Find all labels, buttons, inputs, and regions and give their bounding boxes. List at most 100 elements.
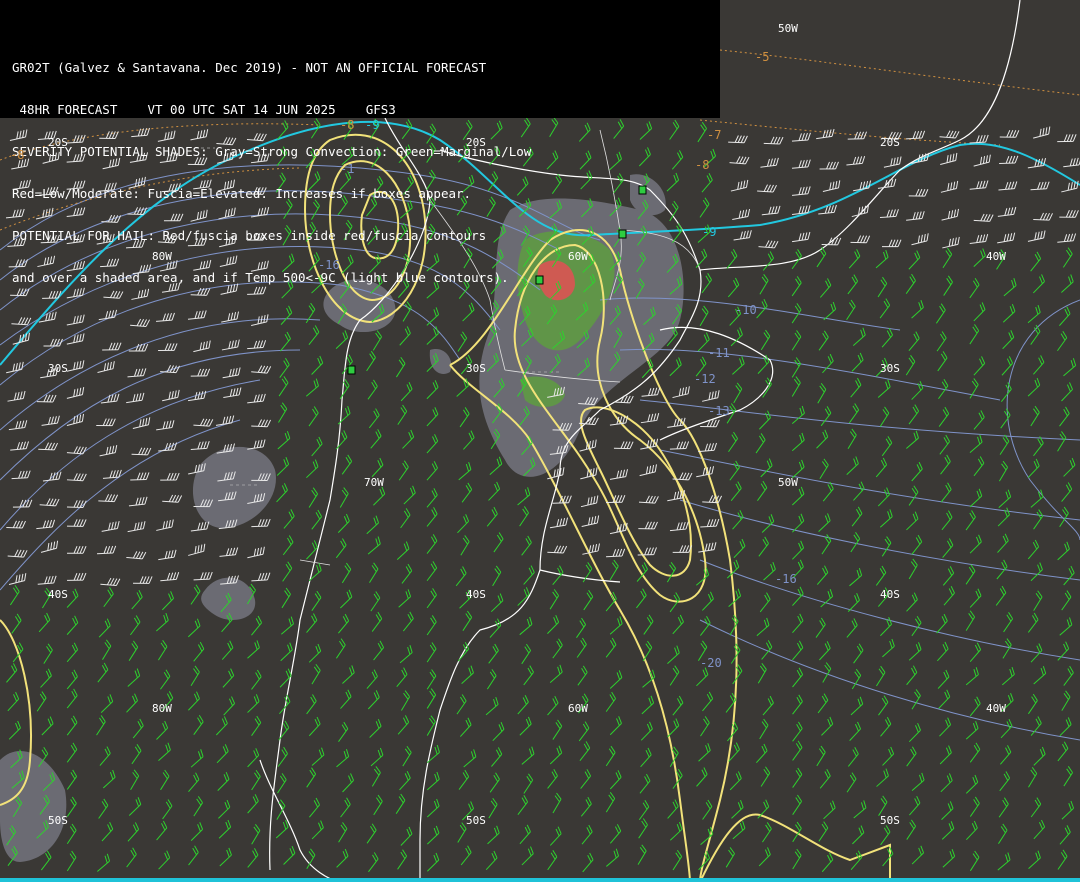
- wind-barb: [702, 495, 723, 504]
- wind-barb: [792, 640, 804, 661]
- wind-barb: [696, 567, 710, 586]
- wind-barb: [853, 643, 864, 664]
- wind-barb: [397, 715, 410, 735]
- wind-barb: [188, 691, 200, 711]
- wind-barb: [549, 517, 569, 529]
- wind-barb: [190, 665, 200, 687]
- header-hail-note: POTENTIAL FOR HAIL: Red/fuscia boxes ins…: [12, 228, 487, 243]
- wind-barb: [881, 436, 893, 457]
- wind-barb: [193, 796, 203, 817]
- wind-barb: [973, 302, 986, 322]
- wind-barb: [906, 665, 918, 686]
- wind-barb: [758, 536, 769, 557]
- wind-barb: [880, 825, 891, 846]
- wind-barb: [519, 616, 533, 636]
- wind-barb: [190, 521, 210, 532]
- wind-barb: [1059, 825, 1071, 845]
- wind-barb: [906, 511, 919, 531]
- wind-barb: [791, 432, 805, 452]
- wind-barb: [1030, 324, 1041, 345]
- wind-barb: [943, 275, 953, 296]
- wind-barb: [66, 742, 78, 763]
- wind-barb: [817, 383, 827, 404]
- wind-barb: [1061, 800, 1075, 820]
- wind-barb: [791, 330, 802, 351]
- wind-barb: [277, 746, 288, 767]
- wind-barb: [853, 800, 867, 819]
- wind-barb: [935, 303, 946, 324]
- wind-barb: [1027, 458, 1040, 478]
- wind-barb: [1059, 306, 1071, 326]
- orange-contour-label: -5: [755, 50, 770, 64]
- wind-barb: [193, 571, 213, 581]
- wind-barb: [67, 546, 87, 554]
- wind-barb: [281, 587, 291, 609]
- wind-barb: [973, 456, 985, 477]
- wind-barb: [552, 719, 563, 740]
- wind-barb: [128, 343, 149, 352]
- wind-barb: [909, 795, 921, 816]
- wind-barb: [1003, 612, 1014, 633]
- wind-barb: [730, 481, 742, 502]
- wind-barb: [965, 774, 979, 794]
- wind-barb: [552, 792, 562, 814]
- bottom-border: [0, 878, 1080, 882]
- wind-barb: [396, 667, 408, 688]
- wind-barb: [162, 799, 173, 820]
- wind-barb: [426, 825, 440, 845]
- wind-barb: [730, 179, 749, 192]
- wind-barb: [342, 773, 355, 793]
- wind-barb: [728, 135, 748, 144]
- wind-barb: [965, 564, 976, 585]
- wind-barb: [577, 665, 588, 686]
- wind-barb: [247, 694, 260, 713]
- lon-label: 60W: [568, 250, 588, 263]
- wind-barb: [969, 850, 980, 872]
- wind-barb: [698, 542, 717, 553]
- wind-barb: [188, 772, 200, 792]
- wind-barb: [368, 408, 380, 429]
- wind-barb: [130, 769, 140, 790]
- wind-barb: [311, 509, 322, 530]
- wind-barb: [102, 469, 122, 479]
- wind-barb: [399, 770, 411, 791]
- wind-barb: [911, 534, 923, 555]
- wind-barb: [757, 184, 777, 193]
- wind-barb: [311, 590, 322, 611]
- wind-barb: [609, 770, 622, 790]
- wind-barb: [6, 520, 26, 529]
- wind-barb: [847, 746, 859, 767]
- wind-barb: [156, 820, 168, 841]
- wind-barb: [98, 494, 119, 503]
- wind-barb: [758, 240, 779, 249]
- header-title: GR02T (Galvez & Santavana. Dec 2019) - N…: [12, 60, 487, 75]
- wind-barb: [1057, 641, 1070, 661]
- temp-contour-label: -11: [708, 346, 730, 360]
- wind-barb: [311, 355, 324, 375]
- wind-barb: [729, 156, 750, 165]
- wind-barb: [66, 642, 79, 663]
- wind-barb: [187, 618, 201, 638]
- wind-barb: [1063, 157, 1080, 168]
- forecast-map: GR02T (Galvez & Santavana. Dec 2019) - N…: [0, 0, 1080, 882]
- wind-barb: [193, 641, 205, 662]
- wind-barb: [308, 716, 321, 737]
- wind-barb: [698, 442, 718, 453]
- wind-barb: [370, 591, 381, 612]
- wind-barb: [158, 343, 178, 351]
- wind-barb: [308, 643, 322, 663]
- wind-barb: [340, 589, 353, 609]
- wind-barb: [969, 696, 981, 717]
- wind-barb: [792, 540, 805, 560]
- wind-barb: [67, 519, 87, 527]
- wind-barb: [940, 152, 958, 166]
- wind-barb: [997, 533, 1009, 553]
- wind-barb: [911, 615, 922, 637]
- wind-barb: [126, 693, 138, 713]
- wind-barb: [998, 489, 1012, 508]
- wind-barb: [162, 494, 183, 503]
- wind-barb: [942, 849, 956, 868]
- wind-barb: [188, 845, 199, 866]
- wind-barb: [217, 772, 230, 791]
- wind-barb: [669, 665, 680, 686]
